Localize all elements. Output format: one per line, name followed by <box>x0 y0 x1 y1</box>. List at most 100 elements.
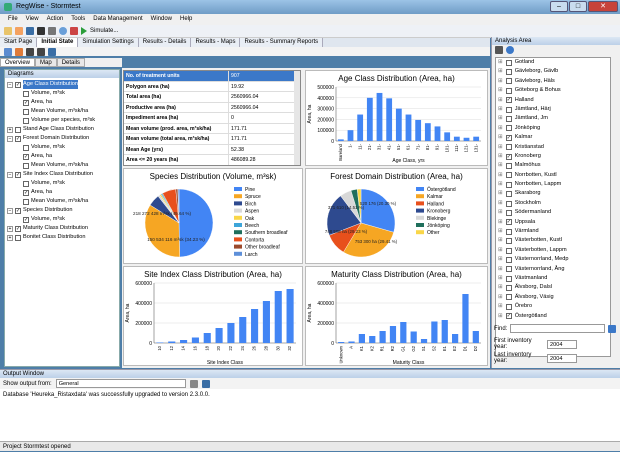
expand-toggle-icon[interactable]: − <box>7 171 13 178</box>
area-checkbox[interactable] <box>505 247 512 254</box>
expand-toggle-icon[interactable]: + <box>7 234 13 241</box>
tree-icon[interactable] <box>26 47 34 56</box>
area-checkbox[interactable] <box>505 238 512 245</box>
area-checkbox[interactable] <box>505 303 512 310</box>
new-icon[interactable] <box>4 27 12 35</box>
expand-icon[interactable]: ⊞ <box>498 236 503 245</box>
analysis-area-item[interactable]: ⊞ Södermanland <box>496 208 610 217</box>
diagram-checkbox[interactable] <box>23 180 29 187</box>
expand-icon[interactable]: ⊞ <box>498 152 503 161</box>
tab-results-details[interactable]: Results - Details <box>138 38 192 47</box>
simulate-button[interactable]: Simulate... <box>90 28 118 34</box>
diagram-checkbox[interactable] <box>23 162 29 169</box>
area-checkbox[interactable] <box>505 69 512 76</box>
expand-icon[interactable]: ⊞ <box>498 124 503 133</box>
diagram-checkbox[interactable]: ✓ <box>15 135 21 142</box>
expand-toggle-icon[interactable]: + <box>7 225 13 232</box>
analysis-area-item[interactable]: ⊞ ✓ Kronoberg <box>496 152 610 161</box>
diagram-tree-item[interactable]: ✓ Area, ha <box>7 98 117 107</box>
tab-initial-state[interactable]: Initial State <box>37 38 79 47</box>
expand-toggle-icon[interactable]: − <box>7 135 13 142</box>
expand-icon[interactable]: ⊞ <box>498 199 503 208</box>
area-checkbox[interactable] <box>505 106 512 113</box>
diagram-tree-item[interactable]: − ✓ Forest Domain Distribution <box>7 134 117 143</box>
diagram-checkbox[interactable] <box>23 90 29 97</box>
minimize-button[interactable]: – <box>550 1 568 12</box>
diagram-checkbox[interactable] <box>23 117 29 124</box>
analysis-area-item[interactable]: ⊞ Malmöhus <box>496 161 610 170</box>
analysis-area-item[interactable]: ⊞ Örebro <box>496 302 610 311</box>
sort-icon[interactable] <box>495 46 503 54</box>
analysis-area-item[interactable]: ⊞ Skaraborg <box>496 189 610 198</box>
expand-icon[interactable]: ⊞ <box>498 293 503 302</box>
expand-icon[interactable]: ⊞ <box>498 218 503 227</box>
first-year-input[interactable]: 2004 <box>547 339 577 349</box>
area-checkbox[interactable] <box>505 294 512 301</box>
table-row[interactable]: Impediment area (ha) 0 <box>124 113 300 124</box>
clear-output-icon[interactable] <box>189 379 198 388</box>
area-checkbox[interactable] <box>505 209 512 216</box>
save-output-icon[interactable] <box>201 379 210 388</box>
area-checkbox[interactable] <box>505 191 512 198</box>
table-row[interactable]: Area <= 20 years (ha) 486089.28 <box>124 155 300 165</box>
expand-icon[interactable]: ⊞ <box>498 283 503 292</box>
menu-data-management[interactable]: Data Management <box>93 14 142 25</box>
diagram-checkbox[interactable] <box>15 126 21 133</box>
expand-icon[interactable]: ⊞ <box>498 86 503 95</box>
diagram-tree-item[interactable]: Mean Volume, m³sk/ha <box>7 161 117 170</box>
area-checkbox[interactable] <box>505 256 512 263</box>
save-icon[interactable] <box>26 27 34 35</box>
search-icon[interactable] <box>608 324 616 333</box>
area-checkbox[interactable]: ✓ <box>505 153 512 160</box>
diagram-checkbox[interactable] <box>23 144 29 151</box>
area-checkbox[interactable] <box>505 116 512 123</box>
analysis-area-item[interactable]: ⊞ Västmanland <box>496 274 610 283</box>
diagram-checkbox[interactable] <box>23 108 29 115</box>
area-checkbox[interactable]: ✓ <box>505 219 512 226</box>
diagram-tree-item[interactable]: Volume per species, m³sk <box>7 116 117 125</box>
analysis-area-item[interactable]: ⊞ Norrbotten, Lappm <box>496 180 610 189</box>
expand-icon[interactable]: ⊞ <box>498 171 503 180</box>
table-row[interactable]: Productive area (ha) 2560966.04 <box>124 102 300 113</box>
analysis-area-item[interactable]: ⊞ Älvsborg, Väsig <box>496 293 610 302</box>
close-button[interactable]: ✕ <box>588 1 618 12</box>
analysis-area-item[interactable]: ⊞ Västerbotten, Lappm <box>496 246 610 255</box>
expand-toggle-icon[interactable]: − <box>7 207 13 214</box>
analysis-area-item[interactable]: ⊞ Stockholm <box>496 199 610 208</box>
expand-icon[interactable]: ⊞ <box>498 114 503 123</box>
settings-icon[interactable] <box>48 27 56 35</box>
chart-icon[interactable] <box>15 47 23 56</box>
analysis-area-item[interactable]: ⊞ Västernorrland, Medp <box>496 255 610 264</box>
delete-icon[interactable] <box>37 27 45 35</box>
table-row[interactable]: Mean volume (prod. area, m³sk/ha) 171.71 <box>124 123 300 134</box>
diagram-tree-item[interactable]: − ✓ Age Class Distribution <box>7 80 117 89</box>
menu-file[interactable]: File <box>8 14 18 25</box>
analysis-area-item[interactable]: ⊞ Gävleborg, Häls <box>496 77 610 86</box>
analysis-area-item[interactable]: ⊞ Jämtland, Härj <box>496 105 610 114</box>
menu-window[interactable]: Window <box>151 14 172 25</box>
expand-icon[interactable]: ⊞ <box>498 312 503 321</box>
diagram-tree-item[interactable]: + ✓ Maturity Class Distribution <box>7 224 117 233</box>
analysis-area-item[interactable]: ⊞ Älvsborg, Dalsl <box>496 283 610 292</box>
layout-icon[interactable] <box>4 47 12 56</box>
export-icon[interactable] <box>48 47 56 56</box>
expand-toggle-icon[interactable]: + <box>7 126 13 133</box>
tab-details[interactable]: Details <box>56 58 86 67</box>
expand-icon[interactable]: ⊞ <box>498 189 503 198</box>
expand-icon[interactable]: ⊞ <box>498 133 503 142</box>
menu-tools[interactable]: Tools <box>71 14 85 25</box>
globe-icon[interactable] <box>59 27 67 35</box>
table-row[interactable]: Mean Age (yrs) 52.38 <box>124 144 300 155</box>
analysis-area-item[interactable]: ⊞ Västerbotten, Kustl <box>496 236 610 245</box>
diagram-tree-item[interactable]: Volume, m³sk <box>7 143 117 152</box>
area-checkbox[interactable] <box>505 162 512 169</box>
expand-icon[interactable]: ⊞ <box>498 96 503 105</box>
expand-icon[interactable]: ⊞ <box>498 58 503 67</box>
area-checkbox[interactable] <box>505 285 512 292</box>
diagram-tree-item[interactable]: Mean Volume, m³sk/ha <box>7 107 117 116</box>
expand-icon[interactable]: ⊞ <box>498 208 503 217</box>
analysis-area-item[interactable]: ⊞ Gävleborg, Gävlb <box>496 67 610 76</box>
diagram-tree-item[interactable]: ✓ Volume, m³sk <box>7 215 117 224</box>
diagram-tree-item[interactable]: Volume, m³sk <box>7 179 117 188</box>
expand-icon[interactable]: ⊞ <box>498 255 503 264</box>
